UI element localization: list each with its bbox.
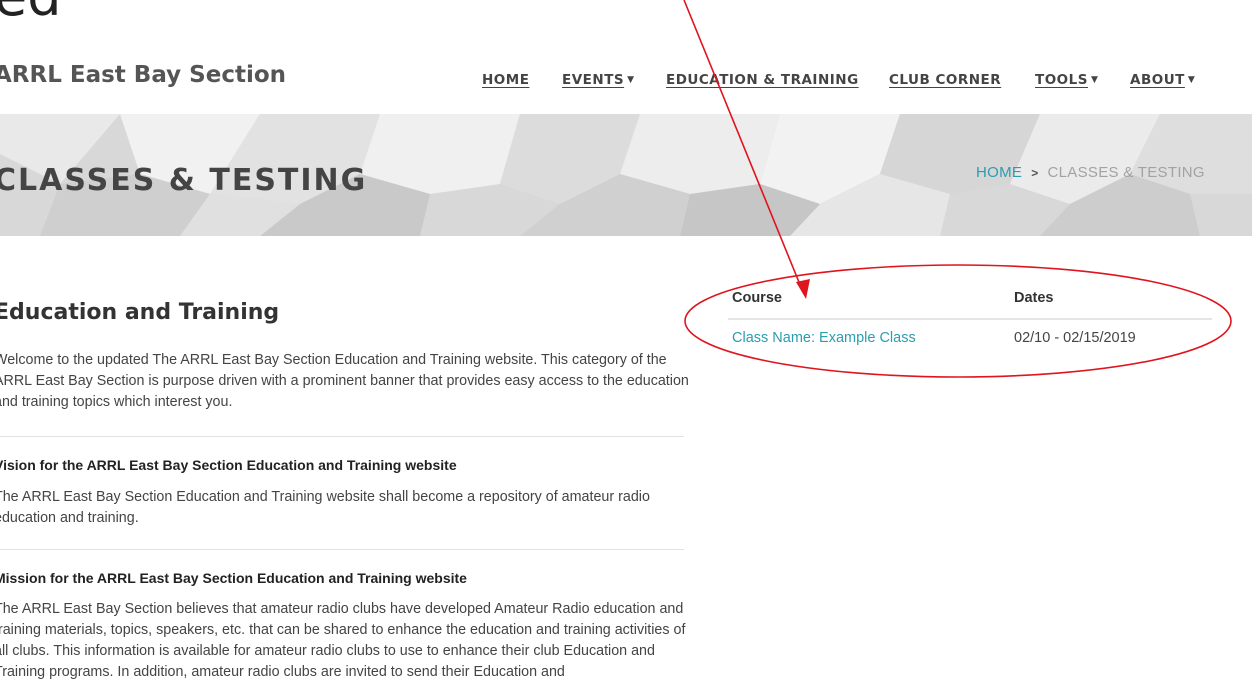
table-header-divider <box>728 318 1212 320</box>
nav-home-label: HOME <box>482 72 530 88</box>
main-content: Education and Training Welcome to the up… <box>0 300 690 680</box>
caret-down-icon: ▼ <box>1187 75 1196 85</box>
intro-paragraph: Welcome to the updated The ARRL East Bay… <box>0 352 689 410</box>
breadcrumb-home-link[interactable]: HOME <box>976 164 1022 181</box>
nav-tools-label: TOOLS <box>1035 72 1088 88</box>
course-link[interactable]: Class Name: Example Class <box>732 330 916 346</box>
table-header-course: Course <box>732 290 782 306</box>
breadcrumb: HOME > CLASSES & TESTING <box>976 164 1205 181</box>
nav-about[interactable]: ABOUT ▼ <box>1130 72 1195 88</box>
nav-education-training-label: EDUCATION & TRAINING <box>666 72 859 88</box>
breadcrumb-current: CLASSES & TESTING <box>1047 164 1205 181</box>
table-header-dates: Dates <box>1014 290 1054 306</box>
nav-club-corner-label: CLUB CORNER <box>889 72 1002 88</box>
course-dates: 02/10 - 02/15/2019 <box>1014 330 1136 346</box>
caret-down-icon: ▼ <box>1091 75 1099 85</box>
mission-heading: Mission for the ARRL East Bay Section Ed… <box>0 570 467 586</box>
mission-paragraph: The ARRL East Bay Section believes that … <box>0 601 686 680</box>
nav-events-label: EVENTS <box>562 72 625 88</box>
section-heading: Education and Training <box>0 300 280 325</box>
annotation-ellipse <box>684 264 1232 378</box>
site-brand[interactable]: ARRL East Bay Section <box>0 62 286 88</box>
divider <box>0 549 684 550</box>
corner-text: ed <box>0 0 62 24</box>
nav-tools[interactable]: TOOLS ▼ <box>1035 72 1098 88</box>
page-title: CLASSES & TESTING <box>0 163 368 198</box>
nav-club-corner[interactable]: CLUB CORNER <box>889 72 1001 88</box>
breadcrumb-separator: > <box>1031 166 1039 180</box>
nav-about-label: ABOUT <box>1130 72 1185 88</box>
divider <box>0 436 684 437</box>
caret-down-icon: ▼ <box>627 75 635 85</box>
nav-events[interactable]: EVENTS ▼ <box>562 72 635 88</box>
annotation-arrowhead-icon <box>796 279 810 299</box>
nav-home[interactable]: HOME <box>482 72 529 88</box>
vision-heading: Vision for the ARRL East Bay Section Edu… <box>0 457 457 473</box>
nav-education-training[interactable]: EDUCATION & TRAINING <box>666 72 859 88</box>
vision-paragraph: The ARRL East Bay Section Education and … <box>0 489 650 526</box>
